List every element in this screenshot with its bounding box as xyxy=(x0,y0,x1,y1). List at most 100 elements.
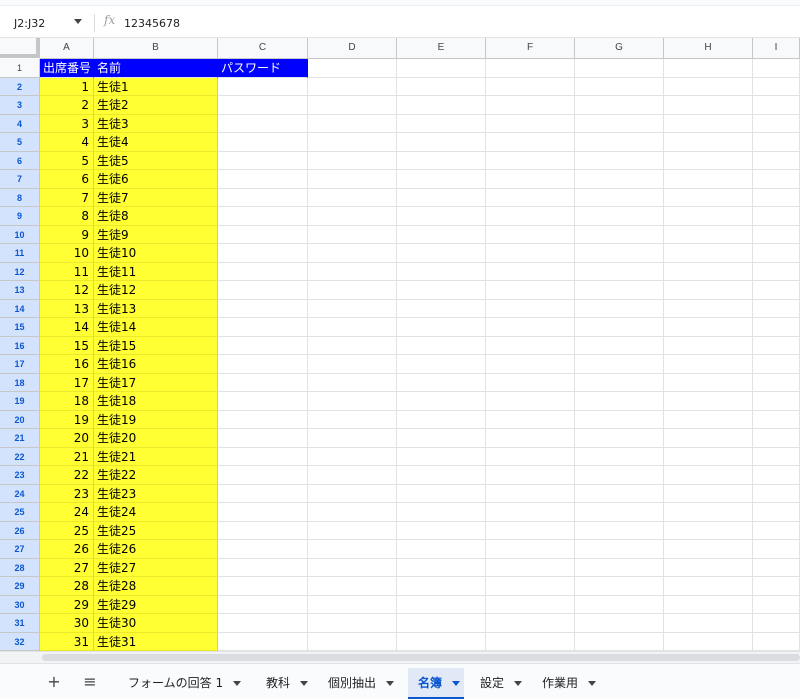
cell-empty[interactable] xyxy=(218,170,308,189)
cell-empty[interactable] xyxy=(753,281,800,300)
cell-empty[interactable] xyxy=(753,336,800,355)
row-header-13[interactable]: 13 xyxy=(0,281,40,300)
cell-empty[interactable] xyxy=(753,632,800,651)
sheet-tab-5[interactable]: 作業用 xyxy=(532,668,604,699)
cell-empty[interactable] xyxy=(308,484,397,503)
cell-empty[interactable] xyxy=(397,96,486,115)
cell-empty[interactable] xyxy=(753,614,800,633)
column-header-f[interactable]: F xyxy=(486,38,575,59)
row-header-9[interactable]: 9 xyxy=(0,207,40,226)
cell-empty[interactable] xyxy=(753,299,800,318)
cell-student-name[interactable]: 生徒11 xyxy=(94,262,218,281)
cell-student-name[interactable]: 生徒17 xyxy=(94,373,218,392)
cell-student-name[interactable]: 生徒6 xyxy=(94,170,218,189)
cell-empty[interactable] xyxy=(397,521,486,540)
cell-student-name[interactable]: 生徒27 xyxy=(94,558,218,577)
cell-empty[interactable] xyxy=(486,77,575,96)
cell-empty[interactable] xyxy=(486,373,575,392)
cell-empty[interactable] xyxy=(575,373,664,392)
cell-empty[interactable] xyxy=(397,558,486,577)
cell-empty[interactable] xyxy=(397,133,486,152)
cell-empty[interactable] xyxy=(308,170,397,189)
cell-empty[interactable] xyxy=(486,207,575,226)
row-header-29[interactable]: 29 xyxy=(0,577,40,596)
cell-attendance-number[interactable]: 31 xyxy=(40,632,94,651)
cell-empty[interactable] xyxy=(397,540,486,559)
cell-empty[interactable] xyxy=(753,392,800,411)
cell-empty[interactable] xyxy=(308,207,397,226)
cell-student-name[interactable]: 生徒14 xyxy=(94,318,218,337)
cell-empty[interactable] xyxy=(308,151,397,170)
column-header-d[interactable]: D xyxy=(308,38,397,59)
cell-empty[interactable] xyxy=(575,540,664,559)
cell-empty[interactable] xyxy=(397,355,486,374)
cell-empty[interactable] xyxy=(753,133,800,152)
chevron-down-icon[interactable] xyxy=(233,681,242,686)
row-header-25[interactable]: 25 xyxy=(0,503,40,522)
cell-empty[interactable] xyxy=(753,96,800,115)
cell-empty[interactable] xyxy=(397,373,486,392)
cell-empty[interactable] xyxy=(218,392,308,411)
cell-empty[interactable] xyxy=(664,558,753,577)
cell-empty[interactable] xyxy=(753,114,800,133)
cell-empty[interactable] xyxy=(218,336,308,355)
cell-empty[interactable] xyxy=(664,318,753,337)
cell-empty[interactable] xyxy=(575,595,664,614)
column-header-e[interactable]: E xyxy=(397,38,486,59)
cell-empty[interactable] xyxy=(664,447,753,466)
cell-empty[interactable] xyxy=(664,170,753,189)
cell-student-name[interactable]: 生徒20 xyxy=(94,429,218,448)
cell-empty[interactable] xyxy=(753,466,800,485)
cell-empty[interactable] xyxy=(308,410,397,429)
cell-empty[interactable] xyxy=(664,207,753,226)
row-header-28[interactable]: 28 xyxy=(0,558,40,577)
cell-empty[interactable] xyxy=(218,614,308,633)
cell-student-name[interactable]: 生徒3 xyxy=(94,114,218,133)
row-header-4[interactable]: 4 xyxy=(0,114,40,133)
cell-empty[interactable] xyxy=(664,133,753,152)
cell-empty[interactable] xyxy=(308,59,397,78)
cell-empty[interactable] xyxy=(664,410,753,429)
row-header-17[interactable]: 17 xyxy=(0,355,40,374)
cell-empty[interactable] xyxy=(486,170,575,189)
column-header-a[interactable]: A xyxy=(40,38,94,59)
add-sheet-icon[interactable]: + xyxy=(42,670,66,694)
cell-student-name[interactable]: 生徒25 xyxy=(94,521,218,540)
all-sheets-menu-icon[interactable]: ≡ xyxy=(78,670,102,694)
cell-empty[interactable] xyxy=(308,225,397,244)
cell-empty[interactable] xyxy=(664,373,753,392)
cell-empty[interactable] xyxy=(753,207,800,226)
row-header-5[interactable]: 5 xyxy=(0,133,40,152)
cell-empty[interactable] xyxy=(664,281,753,300)
formula-input[interactable]: 12345678 xyxy=(124,17,180,30)
cell-empty[interactable] xyxy=(218,133,308,152)
cell-student-name[interactable]: 生徒10 xyxy=(94,244,218,263)
cell-empty[interactable] xyxy=(753,225,800,244)
name-box[interactable]: J2:J32 xyxy=(0,10,92,36)
cell-attendance-number[interactable]: 1 xyxy=(40,77,94,96)
cell-empty[interactable] xyxy=(218,318,308,337)
cell-empty[interactable] xyxy=(486,59,575,78)
cell-empty[interactable] xyxy=(753,484,800,503)
cell-empty[interactable] xyxy=(664,225,753,244)
cell-student-name[interactable]: 生徒4 xyxy=(94,133,218,152)
cell-empty[interactable] xyxy=(753,355,800,374)
cell-empty[interactable] xyxy=(486,355,575,374)
cell-student-name[interactable]: 生徒24 xyxy=(94,503,218,522)
cell-empty[interactable] xyxy=(575,188,664,207)
cell-empty[interactable] xyxy=(664,503,753,522)
cell-empty[interactable] xyxy=(218,521,308,540)
cell-attendance-number[interactable]: 2 xyxy=(40,96,94,115)
cell-empty[interactable] xyxy=(664,244,753,263)
row-header-10[interactable]: 10 xyxy=(0,225,40,244)
cell-empty[interactable] xyxy=(397,614,486,633)
cell-attendance-number[interactable]: 28 xyxy=(40,577,94,596)
cell-empty[interactable] xyxy=(218,410,308,429)
cell-empty[interactable] xyxy=(575,429,664,448)
cell-empty[interactable] xyxy=(486,188,575,207)
cell-empty[interactable] xyxy=(753,410,800,429)
cell-empty[interactable] xyxy=(753,595,800,614)
cell-empty[interactable] xyxy=(218,188,308,207)
cell-empty[interactable] xyxy=(308,133,397,152)
cell-empty[interactable] xyxy=(753,188,800,207)
